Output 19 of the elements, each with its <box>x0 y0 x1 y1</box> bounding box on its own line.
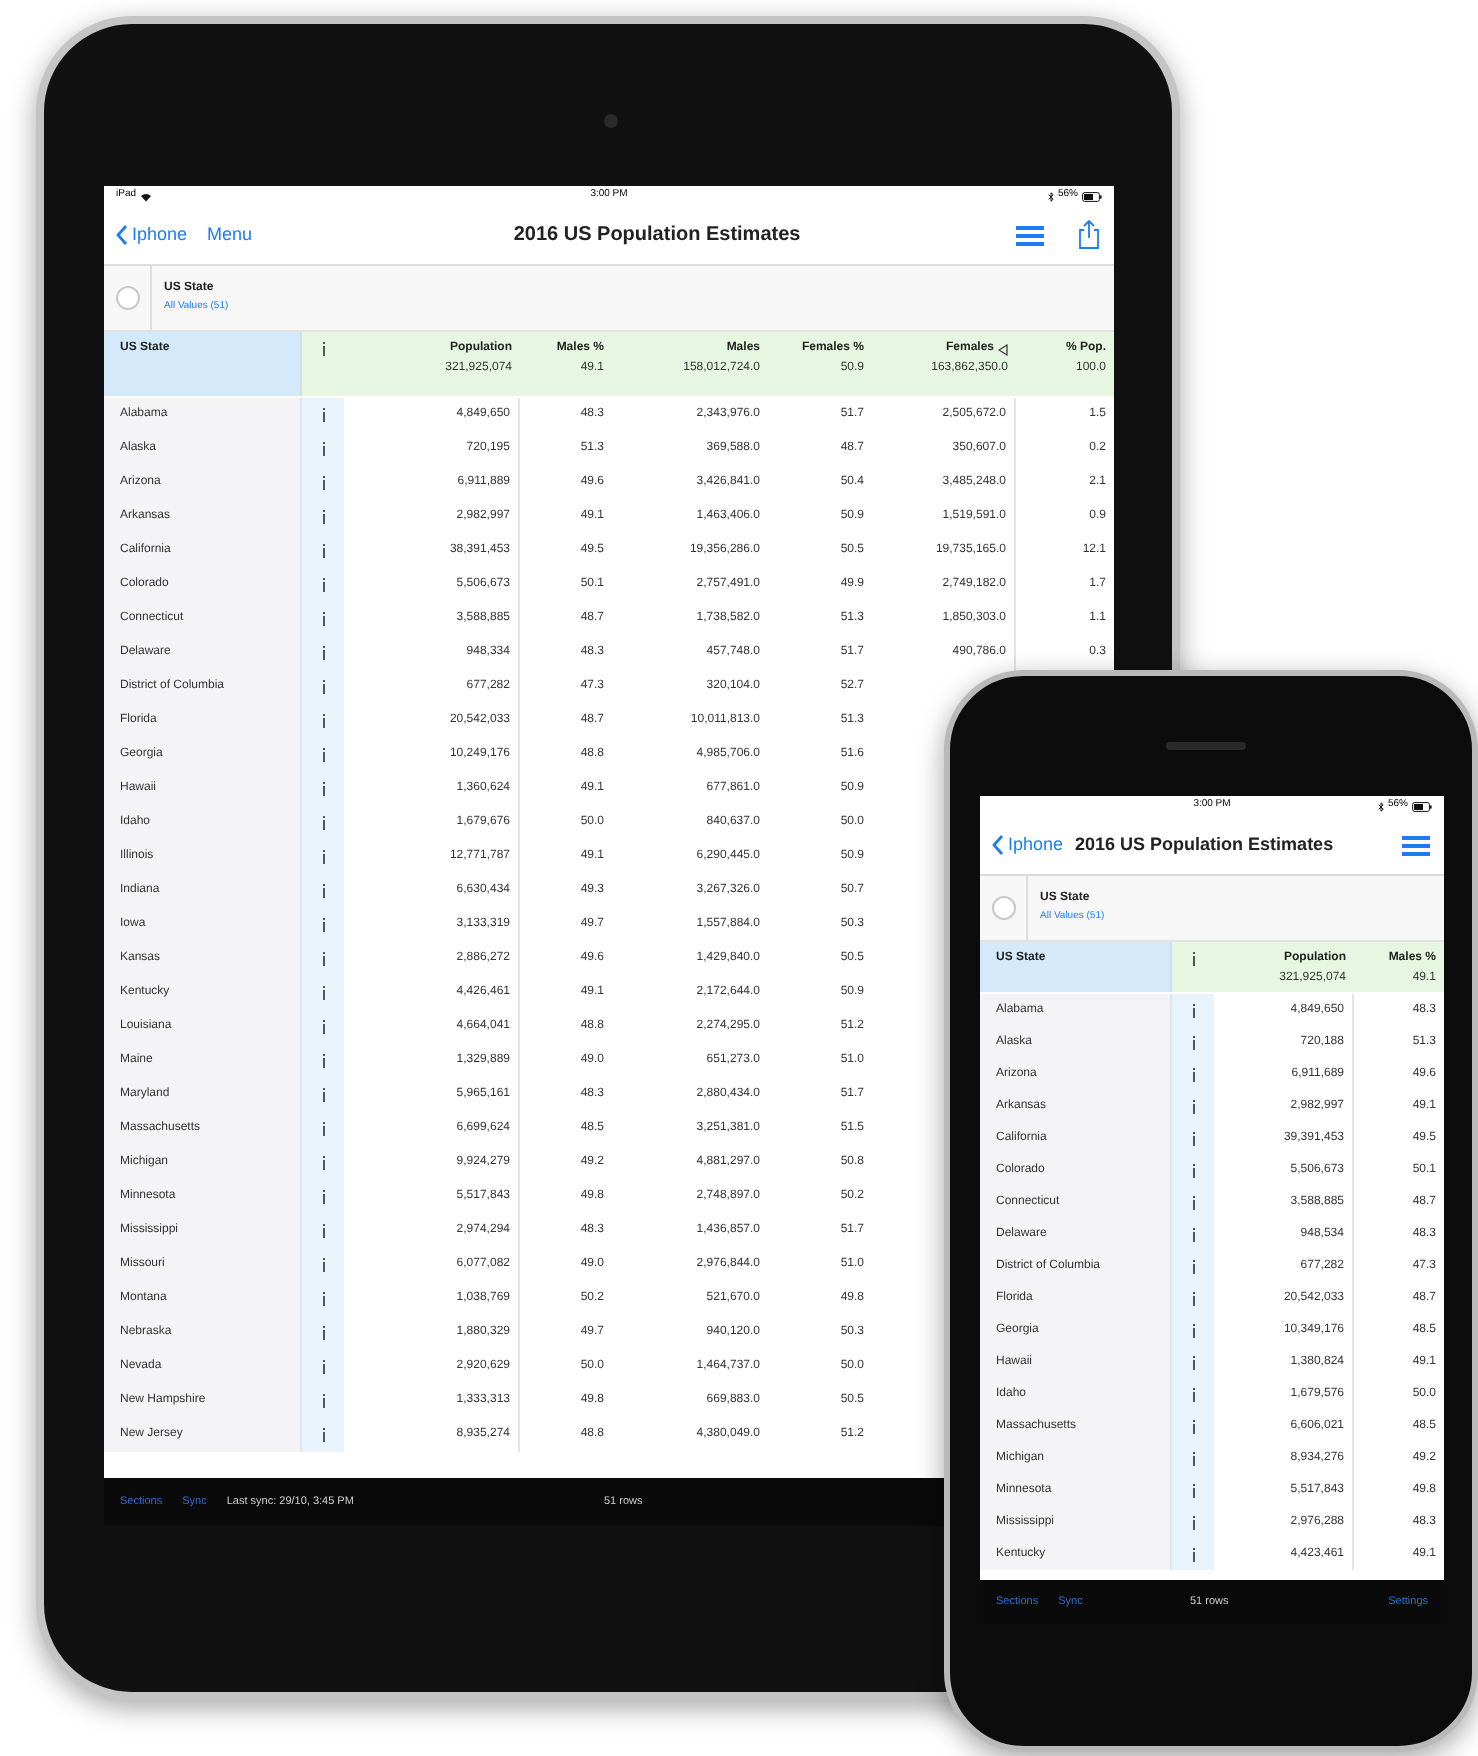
bluetooth-icon <box>1047 191 1054 201</box>
bluetooth-icon <box>1377 801 1384 811</box>
share-button[interactable] <box>1074 217 1102 253</box>
menu-icon <box>1402 835 1430 855</box>
menu-link[interactable]: Menu <box>207 221 253 249</box>
menu-icon <box>1016 225 1044 245</box>
battery-icon <box>1082 191 1102 201</box>
battery-icon <box>1412 801 1432 811</box>
screen-title: 2016 US Population Estimates <box>511 222 803 250</box>
chevron-left-icon <box>992 834 1004 856</box>
menu-button[interactable] <box>1400 831 1432 859</box>
wifi-icon <box>140 191 153 201</box>
sort-icon <box>998 343 1008 355</box>
back-button[interactable]: Iphone <box>116 221 188 249</box>
screen-title: 2016 US Population Estimates <box>1075 831 1336 858</box>
menu-button[interactable] <box>1014 221 1046 249</box>
share-icon <box>1077 220 1099 250</box>
chevron-left-icon <box>116 224 128 246</box>
back-button[interactable]: Iphone <box>992 831 1064 859</box>
